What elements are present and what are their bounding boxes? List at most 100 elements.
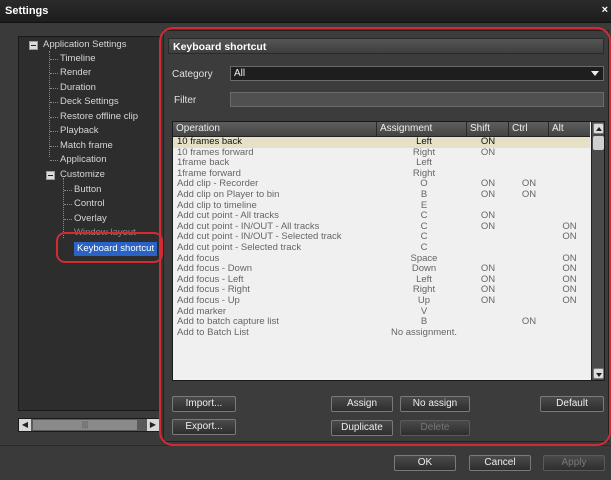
table-row[interactable]: 1frame back Left xyxy=(173,158,590,169)
settings-tree[interactable]: Application Settings Timeline Render Dur… xyxy=(18,36,160,411)
table-row[interactable]: Add to Batch List No assignment. xyxy=(173,328,590,339)
tree-item-render[interactable]: Render xyxy=(60,66,91,80)
cell-shift: ON xyxy=(480,147,496,158)
table-row[interactable]: Add focus - Down Down ON ON xyxy=(173,264,590,275)
column-header-operation[interactable]: Operation xyxy=(173,122,377,136)
cell-operation: Add cut point - IN/OUT - All tracks xyxy=(177,221,320,232)
tree-item-keyboard-shortcut[interactable]: Keyboard shortcut xyxy=(74,242,158,256)
column-header-ctrl[interactable]: Ctrl xyxy=(509,122,549,136)
table-row[interactable]: Add clip - Recorder O ON ON xyxy=(173,179,590,190)
cell-shift: ON xyxy=(480,137,496,147)
tree-item-timeline[interactable]: Timeline xyxy=(60,52,96,66)
table-vertical-scrollbar[interactable] xyxy=(591,122,604,380)
cell-operation: Add cut point - IN/OUT - Selected track xyxy=(177,232,342,243)
cell-assignment: O xyxy=(420,179,428,190)
table-row[interactable]: Add cut point - Selected track C xyxy=(173,243,590,254)
ok-button[interactable]: OK xyxy=(394,455,456,471)
category-dropdown[interactable]: All xyxy=(230,66,604,81)
table-row[interactable]: 1frame forward Right xyxy=(173,169,590,180)
tree-item-deck-settings[interactable]: Deck Settings xyxy=(60,95,119,109)
export-button[interactable]: Export... xyxy=(172,419,236,435)
tree-item-label: Application Settings xyxy=(43,39,127,50)
no-assign-button[interactable]: No assign xyxy=(400,396,470,412)
tree-connector xyxy=(50,160,58,161)
duplicate-button[interactable]: Duplicate xyxy=(331,420,393,436)
scroll-right-icon[interactable]: ▶ xyxy=(147,419,159,431)
tree-item-label: Duration xyxy=(60,82,96,93)
apply-button[interactable]: Apply xyxy=(543,455,605,471)
tree-item-overlay[interactable]: Overlay xyxy=(74,212,107,226)
tree-item-button[interactable]: Button xyxy=(74,183,101,197)
cell-shift: ON xyxy=(480,296,496,306)
tree-item-playback[interactable]: Playback xyxy=(60,124,99,138)
table-row[interactable]: Add marker V xyxy=(173,307,590,318)
scroll-left-icon[interactable]: ◀ xyxy=(19,419,31,431)
tree-item-application[interactable]: Application xyxy=(60,153,106,167)
cell-operation: 1frame forward xyxy=(177,168,241,179)
table-row[interactable]: Add cut point - IN/OUT - Selected track C… xyxy=(173,232,590,243)
cell-alt: ON xyxy=(562,253,577,264)
filter-input[interactable] xyxy=(230,92,604,107)
table-row[interactable]: 10 frames back Left ON xyxy=(173,137,590,148)
cell-alt: ON xyxy=(562,264,577,275)
tree-item-customize[interactable]: Customize xyxy=(60,168,105,182)
tree-item-label: Overlay xyxy=(74,213,107,224)
tree-item-window-layout[interactable]: Window layout xyxy=(74,226,136,240)
footer-divider xyxy=(0,445,611,446)
import-button[interactable]: Import... xyxy=(172,396,236,412)
collapse-icon[interactable] xyxy=(46,171,55,180)
tree-connector xyxy=(50,131,58,132)
cell-assignment: C xyxy=(420,232,428,243)
tree-item-duration[interactable]: Duration xyxy=(60,81,96,95)
table-row[interactable]: Add cut point - IN/OUT - All tracks C ON ON xyxy=(173,222,590,233)
tree-connector xyxy=(64,219,72,220)
tree-item-control[interactable]: Control xyxy=(74,197,105,211)
tree-item-label: Application xyxy=(60,154,107,165)
table-row[interactable]: Add clip on Player to bin B ON ON xyxy=(173,190,590,201)
tree-connector xyxy=(64,204,72,205)
shortcut-table[interactable]: Operation Assignment Shift Ctrl Alt 10 f… xyxy=(172,121,605,381)
cell-assignment: Right xyxy=(412,147,436,158)
table-row[interactable]: Add to batch capture list B ON xyxy=(173,317,590,328)
table-row[interactable]: 10 frames forward Right ON xyxy=(173,148,590,159)
cell-assignment: Up xyxy=(417,296,431,306)
chevron-down-icon[interactable] xyxy=(591,71,599,76)
tree-connector xyxy=(50,102,58,103)
column-header-shift[interactable]: Shift xyxy=(467,122,509,136)
default-button[interactable]: Default xyxy=(540,396,604,412)
scroll-thumb[interactable]: ||| xyxy=(33,420,137,430)
tree-horizontal-scrollbar[interactable]: ◀ ||| ▶ xyxy=(18,418,160,432)
tree-item-match-frame[interactable]: Match frame xyxy=(60,139,113,153)
cell-alt: ON xyxy=(562,232,577,243)
table-row[interactable]: Add focus - Right Right ON ON xyxy=(173,285,590,296)
column-header-assignment[interactable]: Assignment xyxy=(377,122,467,136)
category-label: Category xyxy=(172,69,213,80)
tree-item-label: Timeline xyxy=(60,53,96,64)
table-row[interactable]: Add focus - Left Left ON ON xyxy=(173,275,590,286)
table-row[interactable]: Add clip to timeline E xyxy=(173,201,590,212)
column-header-alt[interactable]: Alt xyxy=(549,122,590,136)
scroll-thumb[interactable] xyxy=(593,136,604,150)
delete-button[interactable]: Delete xyxy=(400,420,470,436)
cell-alt: ON xyxy=(562,221,577,232)
table-row[interactable]: Add focus - Up Up ON ON xyxy=(173,296,590,307)
cell-operation: Add clip - Recorder xyxy=(177,179,259,190)
cell-assignment: Space xyxy=(410,253,438,264)
tree-item-application-settings[interactable]: Application Settings xyxy=(43,38,126,52)
collapse-icon[interactable] xyxy=(29,41,38,50)
tree-connector xyxy=(64,190,72,191)
table-row[interactable]: Add cut point - All tracks C ON xyxy=(173,211,590,222)
scroll-up-icon[interactable] xyxy=(593,123,604,134)
cell-assignment: C xyxy=(420,221,428,232)
cell-assignment: Left xyxy=(416,137,432,147)
tree-connector xyxy=(49,51,50,157)
tree-item-restore-offline-clip[interactable]: Restore offline clip xyxy=(60,110,138,124)
scroll-down-icon[interactable] xyxy=(593,368,604,379)
cancel-button[interactable]: Cancel xyxy=(469,455,531,471)
keyboard-shortcut-panel: Keyboard shortcut Category All Filter Op… xyxy=(163,30,609,442)
filter-label: Filter xyxy=(174,95,197,106)
cell-shift: ON xyxy=(480,221,496,232)
assign-button[interactable]: Assign xyxy=(331,396,393,412)
table-row[interactable]: Add focus Space ON xyxy=(173,254,590,265)
close-icon[interactable]: × xyxy=(602,4,608,16)
